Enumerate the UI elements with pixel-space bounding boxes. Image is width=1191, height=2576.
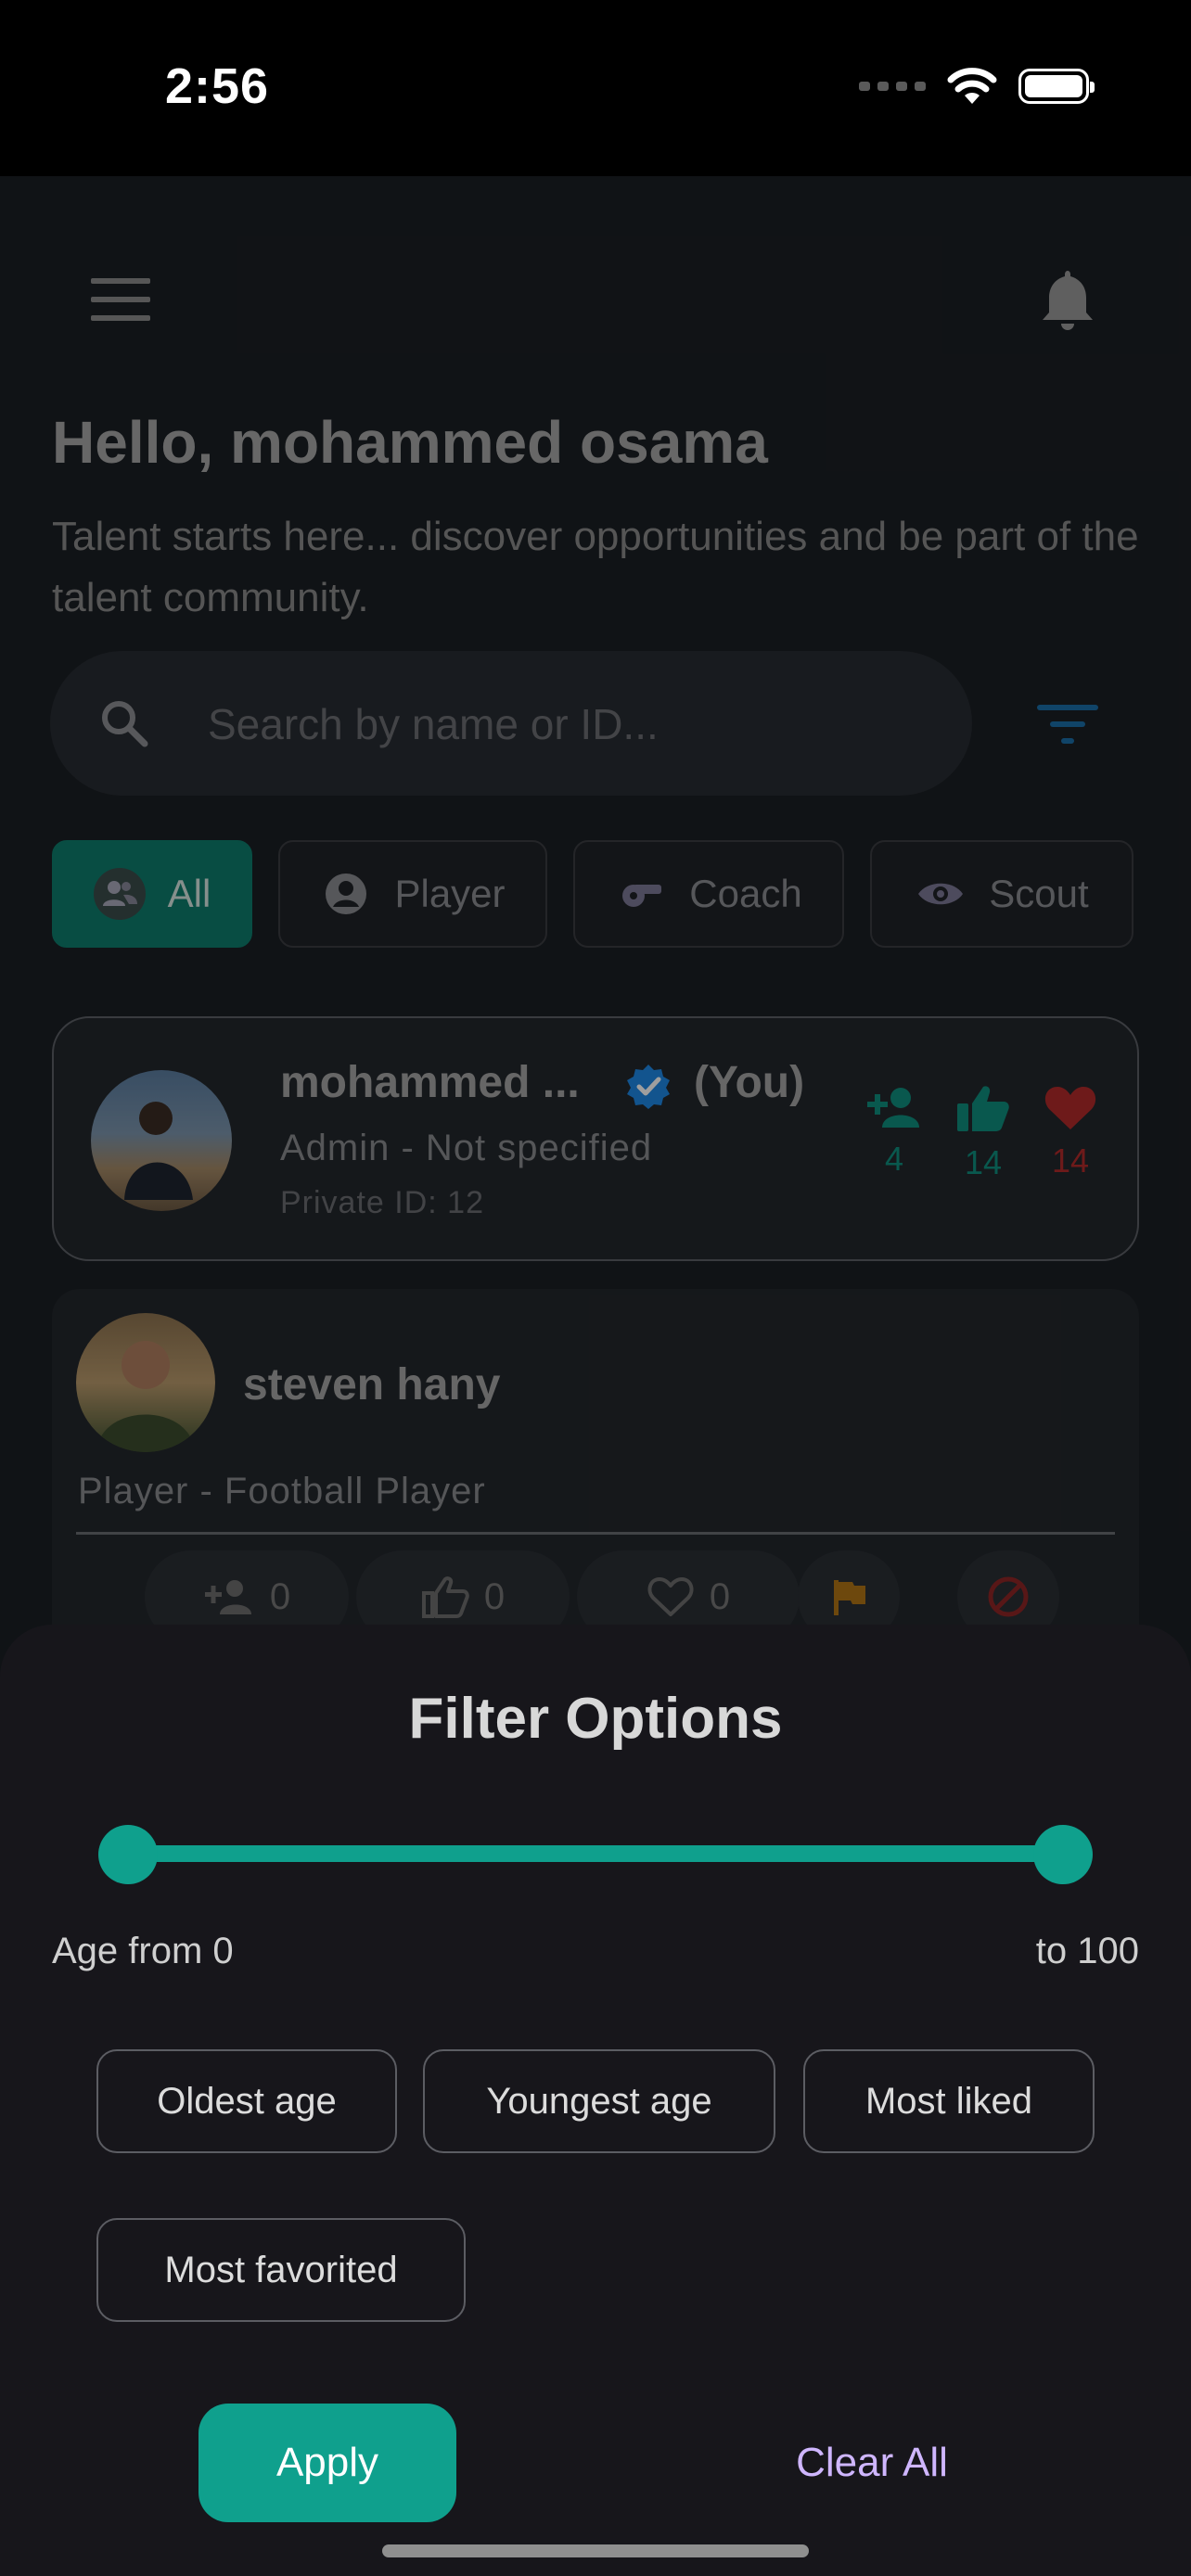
age-to-label: to 100: [1035, 1931, 1139, 1971]
flag-icon: [834, 1580, 865, 1615]
people-icon: [93, 868, 146, 920]
battery-icon: [1018, 69, 1095, 104]
followers-count: 0: [269, 1575, 291, 1617]
cellular-signal-icon: [859, 82, 926, 91]
likes-stat[interactable]: 14: [946, 1083, 1020, 1182]
sheet-title: Filter Options: [408, 1687, 783, 1751]
chip-scout-label: Scout: [989, 872, 1089, 915]
favorites-count: 14: [1051, 1141, 1090, 1180]
chip-all-label: All: [167, 872, 211, 915]
likes-count: 14: [964, 1143, 1003, 1181]
whistle-icon: [615, 868, 667, 920]
user-card-self[interactable]: mohammed ... (You) Admin - Not specified…: [52, 1016, 1139, 1261]
notification-bell-icon[interactable]: [1037, 267, 1098, 334]
chip-all[interactable]: All: [52, 840, 252, 948]
favorites-stat[interactable]: 14: [1033, 1083, 1108, 1180]
favorites-count: 0: [709, 1575, 731, 1617]
sort-most-favorited[interactable]: Most favorited: [96, 2218, 466, 2322]
followers-count: 4: [884, 1140, 904, 1178]
sort-most-liked[interactable]: Most liked: [803, 2049, 1095, 2153]
thumb-up-outline-icon: [421, 1576, 469, 1618]
filter-icon[interactable]: [1037, 701, 1098, 747]
age-from-label: Age from 0: [52, 1931, 234, 1971]
tagline-text: Talent starts here... discover opportuni…: [52, 514, 1139, 620]
filter-bottom-sheet: Filter Options Age from 0 to 100 Oldest …: [0, 1625, 1191, 2576]
menu-icon[interactable]: [91, 278, 150, 323]
sort-oldest-age[interactable]: Oldest age: [96, 2049, 397, 2153]
status-bar: 2:56: [0, 0, 1191, 176]
chip-scout[interactable]: Scout: [870, 840, 1133, 948]
chip-coach[interactable]: Coach: [573, 840, 844, 948]
greeting-title: Hello, mohammed osama: [52, 409, 768, 476]
age-max-handle[interactable]: [1033, 1825, 1093, 1884]
user-name: mohammed ...: [280, 1058, 580, 1107]
chip-player-label: Player: [394, 872, 506, 915]
status-time: 2:56: [165, 58, 270, 114]
avatar: [76, 1313, 215, 1452]
account-circle-icon: [320, 868, 372, 920]
search-icon: [102, 701, 148, 747]
followers-stat[interactable]: 4: [857, 1083, 931, 1179]
clear-all-button[interactable]: Clear All: [761, 2404, 983, 2522]
eye-icon: [915, 868, 967, 920]
you-label: (You): [694, 1058, 805, 1107]
private-id: Private ID: 12: [280, 1185, 484, 1220]
block-icon: [988, 1576, 1029, 1617]
likes-count: 0: [483, 1575, 506, 1617]
heart-icon: [1044, 1087, 1096, 1129]
verified-badge-icon: [627, 1065, 670, 1109]
person-add-icon: [867, 1088, 919, 1128]
user-role: Admin - Not specified: [280, 1128, 653, 1168]
home-indicator: [382, 2544, 809, 2557]
user-name: steven hany: [243, 1360, 501, 1409]
age-min-handle[interactable]: [98, 1825, 158, 1884]
user-card[interactable]: steven hany Player - Football Player 0 0…: [52, 1289, 1139, 1660]
divider: [76, 1532, 1115, 1535]
user-role: Player - Football Player: [78, 1471, 486, 1511]
wifi-icon: [947, 68, 997, 104]
chip-player[interactable]: Player: [278, 840, 547, 948]
search-input[interactable]: [206, 694, 933, 755]
sort-youngest-age[interactable]: Youngest age: [423, 2049, 775, 2153]
heart-outline-icon: [647, 1577, 694, 1616]
search-bar[interactable]: [50, 651, 972, 796]
chip-coach-label: Coach: [689, 872, 802, 915]
person-add-icon: [204, 1580, 251, 1614]
thumb-up-icon: [957, 1086, 1009, 1131]
age-range-slider[interactable]: [128, 1845, 1063, 1862]
apply-button[interactable]: Apply: [198, 2404, 456, 2522]
avatar: [91, 1070, 232, 1211]
status-icons: [859, 67, 1095, 106]
